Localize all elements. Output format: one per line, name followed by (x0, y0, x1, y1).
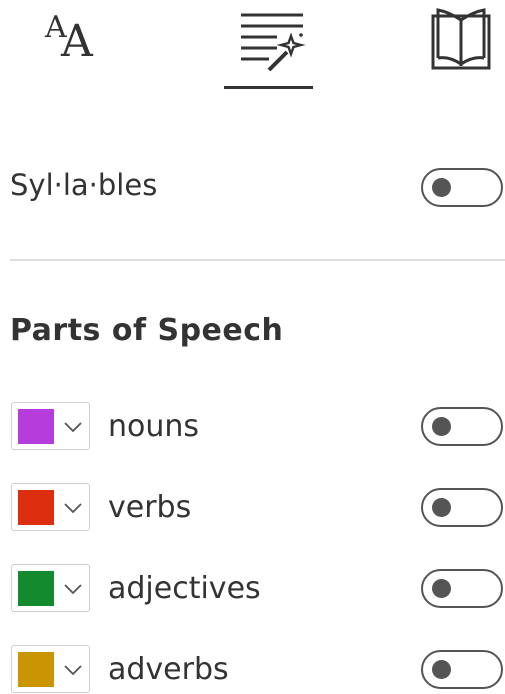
adjectives-toggle[interactable] (421, 569, 503, 608)
syllables-toggle[interactable] (421, 168, 503, 207)
adverbs-label: adverbs (108, 652, 229, 687)
nouns-color-swatch (18, 409, 54, 444)
toggle-knob (432, 498, 451, 517)
text-size-icon: A A (43, 6, 113, 67)
adverbs-toggle[interactable] (421, 650, 503, 689)
section-divider (10, 259, 505, 261)
grammar-magic-wand-icon (241, 13, 306, 72)
verbs-color-swatch (18, 490, 54, 525)
toggle-knob (432, 660, 451, 679)
tab-reading-preferences[interactable] (410, 6, 505, 90)
nouns-color-picker[interactable] (11, 402, 90, 450)
selected-tab-indicator (224, 86, 313, 89)
adjectives-label: adjectives (108, 571, 261, 606)
chevron-down-icon (64, 584, 82, 595)
adjectives-color-picker[interactable] (11, 564, 90, 612)
adverbs-color-picker[interactable] (11, 645, 90, 693)
tab-text-options[interactable]: A A (30, 6, 126, 90)
text-size-large-glyph: A (61, 16, 93, 67)
parts-of-speech-heading: Parts of Speech (10, 313, 284, 348)
tab-grammar-options[interactable] (210, 6, 328, 90)
toggle-knob (432, 579, 451, 598)
chevron-down-icon (64, 422, 82, 433)
nouns-toggle[interactable] (421, 407, 503, 446)
verbs-color-picker[interactable] (11, 483, 90, 531)
syllables-label: Syl·la·bles (10, 168, 158, 202)
reader-tab-bar: A A (0, 0, 505, 95)
verbs-toggle[interactable] (421, 488, 503, 527)
verbs-label: verbs (108, 490, 192, 525)
toggle-knob (432, 417, 451, 436)
toggle-knob (432, 178, 451, 197)
adjectives-color-swatch (18, 571, 54, 606)
adverbs-color-swatch (18, 652, 54, 687)
open-book-icon (431, 8, 491, 70)
nouns-label: nouns (108, 409, 200, 444)
chevron-down-icon (64, 503, 82, 514)
chevron-down-icon (64, 665, 82, 676)
